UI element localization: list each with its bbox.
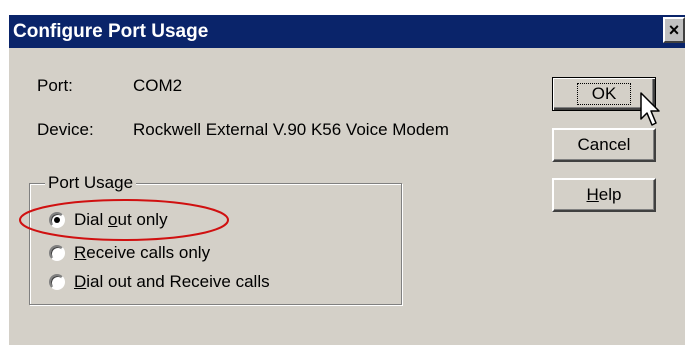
radio-label-receive-calls-only[interactable]: Receive calls only — [74, 243, 210, 263]
title-bar[interactable]: Configure Port Usage × — [9, 15, 685, 48]
cancel-button[interactable]: Cancel — [552, 128, 656, 162]
close-icon: × — [668, 20, 680, 40]
radio-dial-out-and-receive[interactable]: Dial out and Receive calls — [49, 271, 270, 293]
window-title: Configure Port Usage — [13, 20, 209, 42]
configure-port-usage-dialog: Configure Port Usage × Port: COM2 Device… — [0, 0, 685, 345]
close-button[interactable]: × — [663, 17, 685, 43]
port-label: Port: — [37, 76, 73, 95]
red-annotation-ellipse — [19, 199, 229, 241]
mouse-pointer-icon — [640, 92, 660, 126]
ok-button-label: OK — [576, 83, 632, 105]
device-value: Rockwell External V.90 K56 Voice Modem — [133, 120, 449, 139]
device-label: Device: — [37, 120, 94, 139]
radio-button[interactable] — [49, 274, 65, 290]
radio-button[interactable] — [49, 245, 65, 261]
cancel-button-label: Cancel — [577, 135, 631, 154]
window-top-edge — [0, 0, 685, 14]
help-button-label: Help — [586, 185, 622, 204]
radio-label-dial-out-and-receive[interactable]: Dial out and Receive calls — [74, 272, 270, 292]
port-value: COM2 — [133, 76, 183, 95]
port-usage-legend-label: Port Usage — [45, 173, 137, 193]
help-button[interactable]: Help — [552, 178, 656, 212]
